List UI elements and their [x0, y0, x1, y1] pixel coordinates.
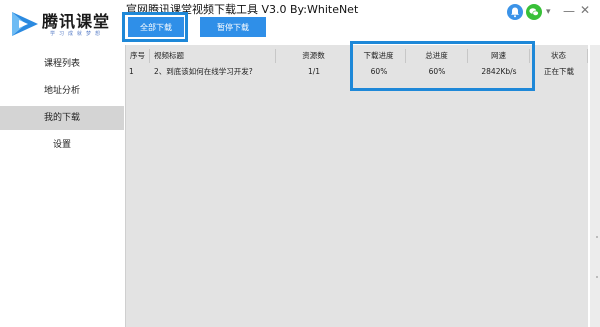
row-speed: 2842Kb/s	[481, 67, 517, 76]
row-status: 正在下载	[544, 67, 574, 76]
pause-download-button[interactable]: 暂停下载	[200, 17, 266, 37]
sidebar-item-address-analysis[interactable]: 地址分析	[0, 79, 124, 103]
header-seq[interactable]: 序号	[126, 49, 150, 63]
table-header: 序号 视频标题 资源数 下载进度 总进度 网速 状态	[126, 49, 588, 63]
download-table: 序号 视频标题 资源数 下载进度 总进度 网速 状态 1 2、到底该如何在线学习…	[125, 45, 588, 327]
header-status[interactable]: 状态	[530, 49, 588, 63]
header-resources[interactable]: 资源数	[276, 49, 352, 63]
download-all-button[interactable]: 全部下载	[128, 17, 184, 37]
header-title[interactable]: 视频标题	[150, 49, 276, 63]
bell-icon[interactable]	[507, 4, 523, 20]
table-row[interactable]: 1 2、到底该如何在线学习开发? 1/1 60% 60% 2842Kb/s 正在…	[126, 65, 588, 79]
row-title: 2、到底该如何在线学习开发?	[154, 67, 253, 76]
scroll-mark	[596, 276, 598, 278]
row-download-progress: 60%	[370, 67, 388, 76]
play-logo-icon	[12, 12, 38, 36]
scroll-mark	[596, 236, 598, 238]
row-seq: 1	[129, 67, 134, 76]
row-total-progress: 60%	[428, 67, 446, 76]
menu-dropdown-icon[interactable]: ▾	[546, 7, 562, 23]
header-speed[interactable]: 网速	[468, 49, 530, 63]
logo-text: 腾讯课堂	[42, 12, 111, 31]
close-icon[interactable]: ✕	[580, 3, 592, 19]
row-resources: 1/1	[307, 67, 321, 76]
logo-slogan: 学习成就梦想	[50, 31, 105, 37]
sidebar-item-course-list[interactable]: 课程列表	[0, 52, 124, 76]
sidebar-item-my-downloads[interactable]: 我的下载	[0, 106, 124, 130]
app-logo: 腾讯课堂 学习成就梦想	[6, 4, 124, 44]
header-total-progress[interactable]: 总进度	[406, 49, 468, 63]
minimize-icon[interactable]: —	[563, 4, 575, 20]
sidebar-item-settings[interactable]: 设置	[0, 133, 124, 157]
vertical-scrollbar[interactable]	[590, 45, 600, 327]
wechat-icon[interactable]	[526, 4, 542, 20]
header-download-progress[interactable]: 下载进度	[352, 49, 406, 63]
sidebar: 课程列表 地址分析 我的下载 设置	[0, 44, 124, 327]
